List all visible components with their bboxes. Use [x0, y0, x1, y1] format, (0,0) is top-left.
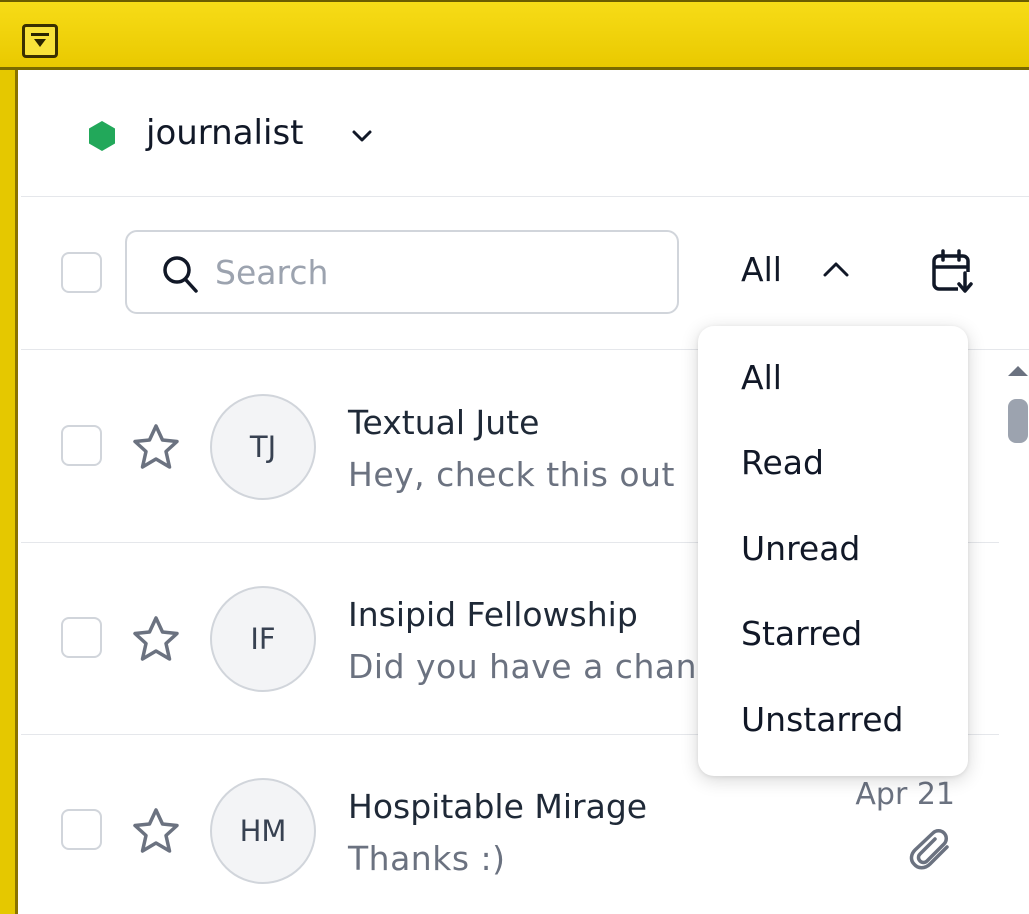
filter-option-read[interactable]: Read — [741, 443, 824, 482]
avatar: IF — [210, 586, 316, 692]
message-preview: Did you have a chance — [348, 647, 737, 686]
filter-option-unread[interactable]: Unread — [741, 529, 860, 568]
search-icon — [163, 256, 198, 293]
window-menu-icon — [31, 33, 49, 47]
search-input[interactable] — [215, 246, 655, 298]
avatar: HM — [210, 778, 316, 884]
star-icon[interactable] — [131, 807, 181, 855]
source-name: Hospitable Mirage — [348, 787, 648, 826]
filter-dropdown-button[interactable]: All — [741, 250, 782, 289]
calendar-sort-icon[interactable] — [931, 248, 975, 296]
filter-option-unstarred[interactable]: Unstarred — [741, 700, 904, 739]
filter-menu: All Read Unread Starred Unstarred — [698, 326, 968, 776]
row-checkbox[interactable] — [61, 617, 102, 658]
app-window: journalist All — [0, 0, 1029, 914]
source-name: Textual Jute — [348, 403, 540, 442]
filter-option-starred[interactable]: Starred — [741, 614, 862, 653]
window-menu-button[interactable] — [22, 24, 58, 58]
account-header: journalist — [21, 73, 1029, 197]
star-icon[interactable] — [131, 423, 181, 471]
title-bar — [0, 0, 1029, 70]
window-border — [0, 70, 18, 914]
message-date: Apr 21 — [855, 777, 955, 812]
scrollbar-thumb[interactable] — [1008, 399, 1028, 443]
message-preview: Thanks :) — [348, 839, 506, 878]
paperclip-icon — [909, 829, 949, 870]
select-all-checkbox[interactable] — [61, 252, 102, 293]
online-status-icon — [89, 121, 115, 151]
avatar: TJ — [210, 394, 316, 500]
star-icon[interactable] — [131, 615, 181, 663]
filter-option-all[interactable]: All — [741, 358, 782, 397]
chevron-up-icon[interactable] — [821, 258, 851, 280]
scroll-up-arrow-icon[interactable] — [1006, 363, 1029, 379]
row-checkbox[interactable] — [61, 425, 102, 466]
search-box — [125, 230, 679, 314]
chevron-down-icon[interactable] — [349, 123, 375, 149]
source-name: Insipid Fellowship — [348, 595, 638, 634]
message-preview: Hey, check this out — [348, 455, 675, 494]
row-checkbox[interactable] — [61, 809, 102, 850]
source-list-panel: journalist All — [21, 73, 1029, 914]
account-name-button[interactable]: journalist — [146, 113, 304, 153]
